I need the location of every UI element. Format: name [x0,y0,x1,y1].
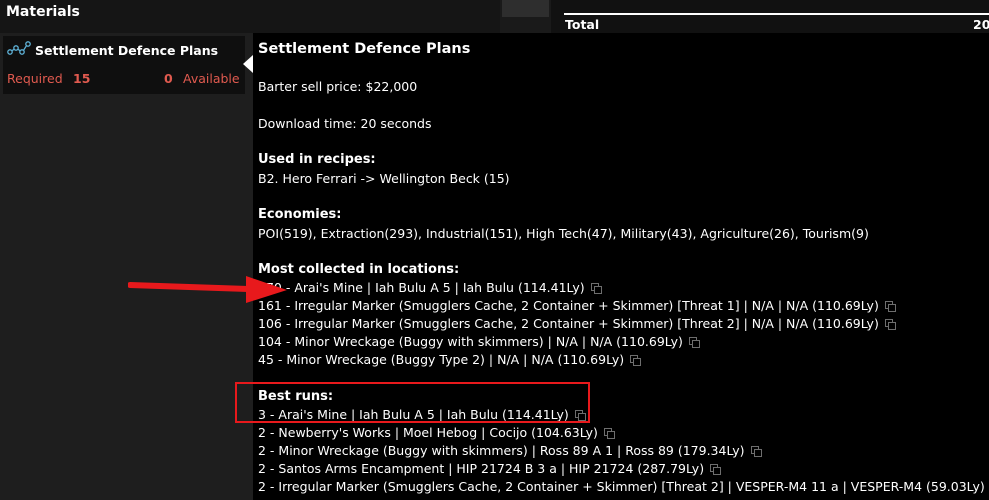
economies-list: POI(519), Extraction(293), Industrial(15… [258,226,869,241]
copy-icon[interactable] [603,428,615,439]
totals-divider [564,13,989,15]
material-card[interactable]: Settlement Defence Plans Required 15 0 A… [3,36,245,94]
location-text: 170 - Arai's Mine | Iah Bulu A 5 | Iah B… [258,280,585,295]
totals-panel [551,0,989,36]
copy-icon[interactable] [590,283,602,294]
best-run-item: 2 - Newberry's Works | Moel Hebog | Coci… [258,425,615,440]
best-run-text: 2 - Santos Arms Encampment | HIP 21724 B… [258,461,705,476]
material-molecule-icon [7,41,31,55]
download-time: Download time: 20 seconds [258,116,432,131]
copy-icon[interactable] [884,301,896,312]
required-label: Required [7,71,63,86]
best-run-item: 2 - Irregular Marker (Smugglers Cache, 2… [258,479,989,494]
best-run-text: 2 - Irregular Marker (Smugglers Cache, 2… [258,479,985,494]
available-label: Available [183,71,240,86]
available-count: 0 [164,71,173,86]
panel-title: Materials [6,4,80,20]
location-text: 104 - Minor Wreckage (Buggy with skimmer… [258,334,683,349]
location-item: 104 - Minor Wreckage (Buggy with skimmer… [258,334,700,349]
material-tooltip: Settlement Defence Plans Barter sell pri… [253,33,989,500]
best-run-text: 2 - Newberry's Works | Moel Hebog | Coci… [258,425,598,440]
total-value: 20 [973,17,989,32]
best-run-item: 2 - Minor Wreckage (Buggy with skimmers)… [258,443,762,458]
recipes-heading: Used in recipes: [258,152,376,167]
locations-heading: Most collected in locations: [258,262,460,277]
best-run-text: 2 - Minor Wreckage (Buggy with skimmers)… [258,443,745,458]
copy-icon[interactable] [710,464,722,475]
barter-price: Barter sell price: $22,000 [258,79,418,94]
location-item: 106 - Irregular Marker (Smugglers Cache,… [258,316,896,331]
copy-icon[interactable] [884,319,896,330]
location-item: 45 - Minor Wreckage (Buggy Type 2) | N/A… [258,352,642,367]
copy-icon[interactable] [630,355,642,366]
best-run-item: 2 - Santos Arms Encampment | HIP 21724 B… [258,461,722,476]
red-arrow-annotation [128,276,287,303]
economies-heading: Economies: [258,207,342,222]
toolbar-button[interactable] [502,0,549,17]
tooltip-title: Settlement Defence Plans [258,41,471,57]
required-count: 15 [73,71,91,86]
location-text: 106 - Irregular Marker (Smugglers Cache,… [258,316,879,331]
location-item: 170 - Arai's Mine | Iah Bulu A 5 | Iah B… [258,280,602,295]
recipe-item: B2. Hero Ferrari -> Wellington Beck (15) [258,171,510,186]
tooltip-pointer [243,55,253,73]
highlight-box [235,382,590,423]
total-label: Total [565,17,600,32]
copy-icon[interactable] [688,337,700,348]
location-text: 161 - Irregular Marker (Smugglers Cache,… [258,298,879,313]
copy-icon[interactable] [750,446,762,457]
material-name: Settlement Defence Plans [35,43,219,58]
location-item: 161 - Irregular Marker (Smugglers Cache,… [258,298,896,313]
location-text: 45 - Minor Wreckage (Buggy Type 2) | N/A… [258,352,625,367]
